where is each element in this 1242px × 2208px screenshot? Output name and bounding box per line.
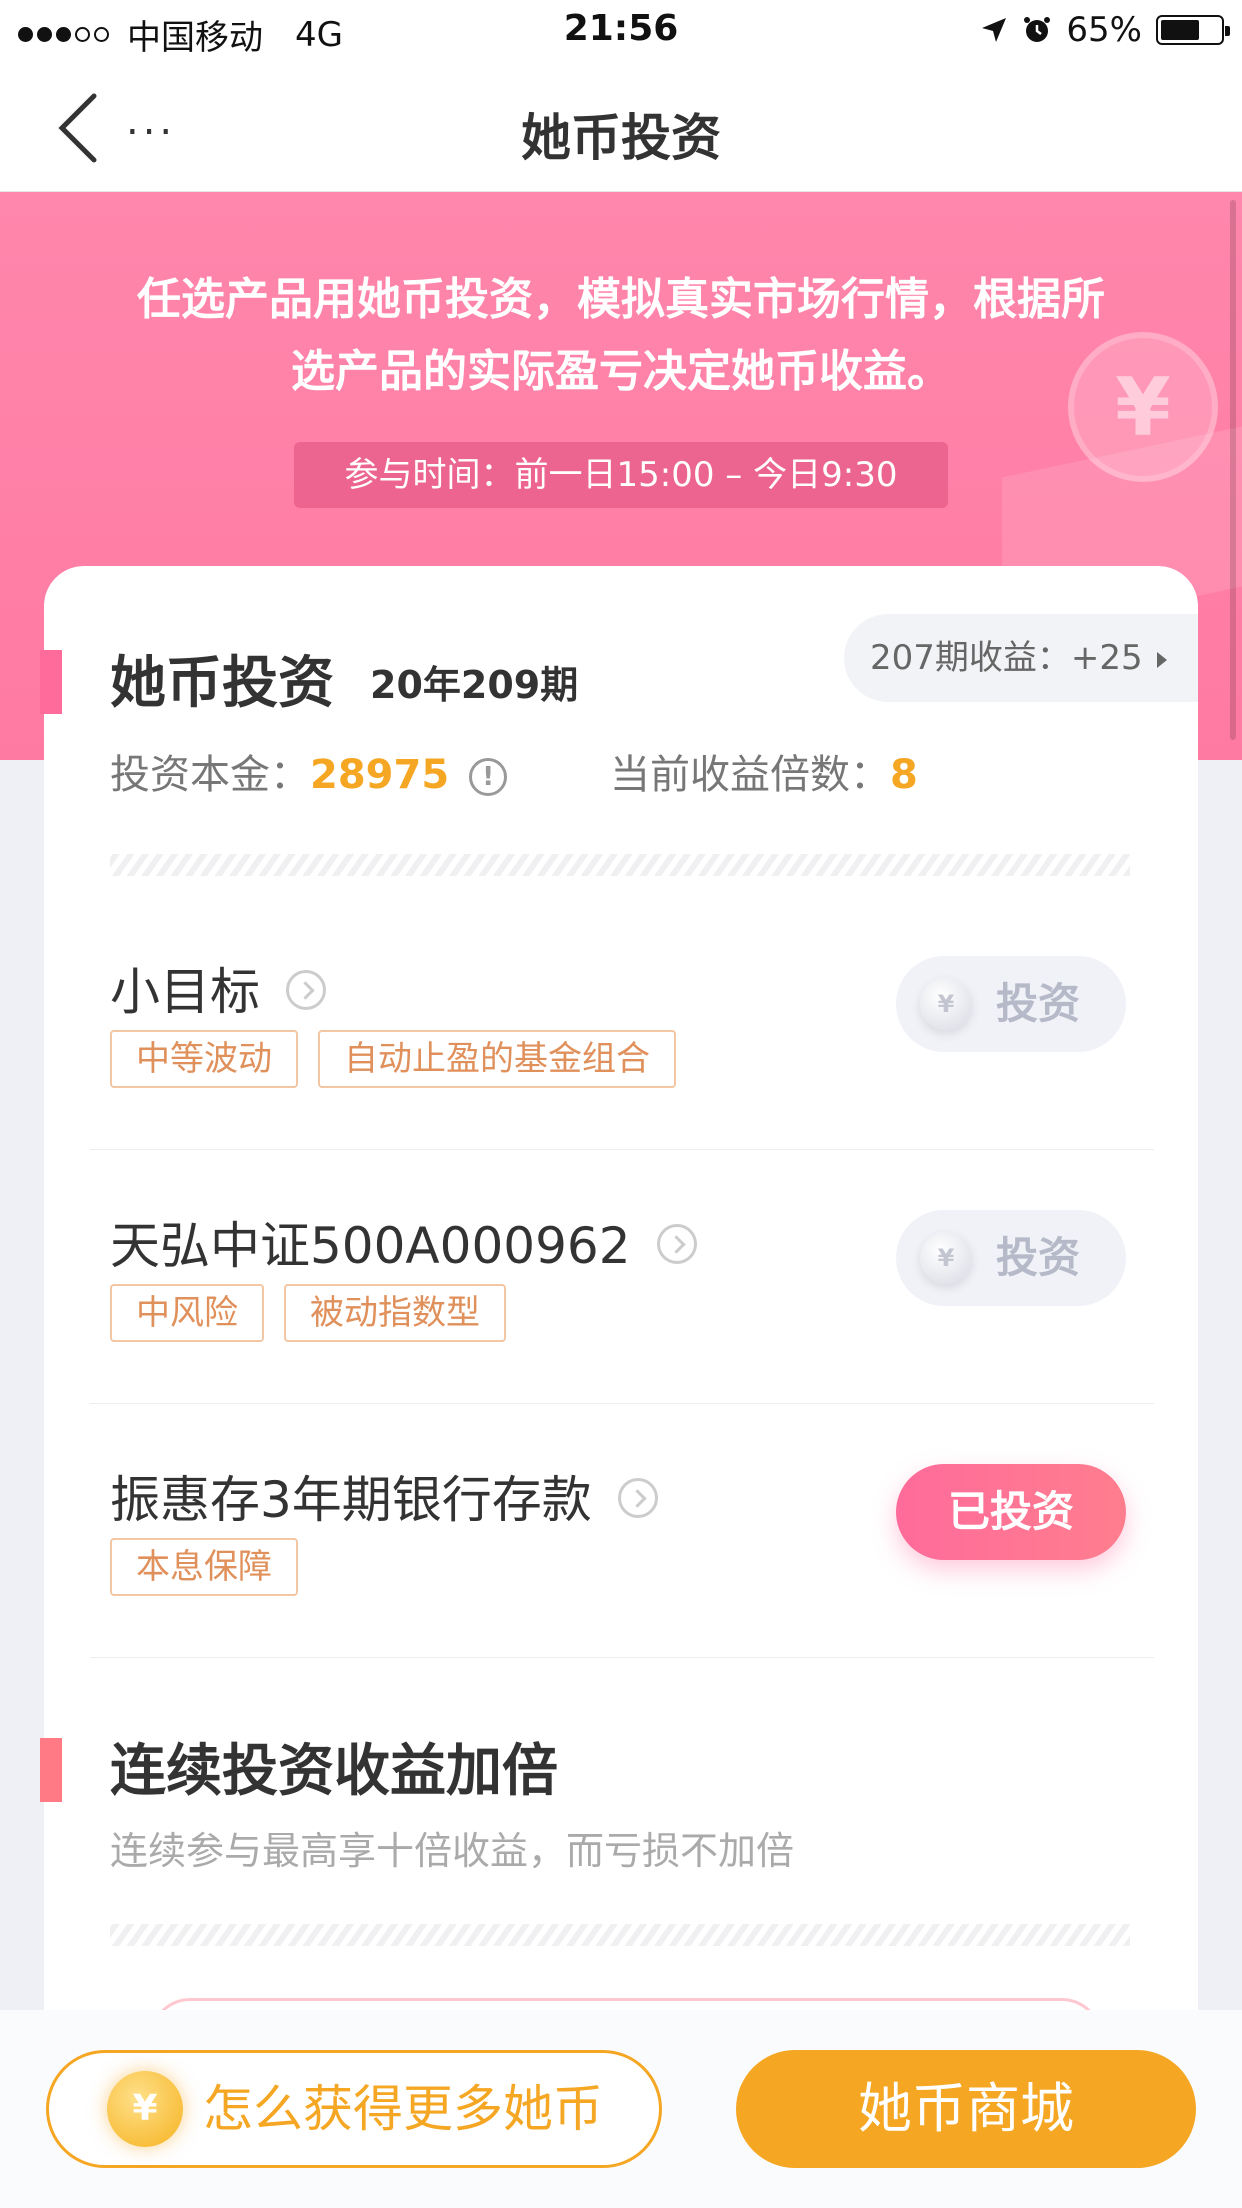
navigation-bar: ... 她币投资 [0,62,1242,192]
section-accent [40,650,62,714]
product-tags: 本息保障 [110,1538,298,1596]
section-accent [40,1738,62,1802]
product-item[interactable]: 振惠存3年期银行存款 本息保障 已投资 [90,1404,1154,1658]
product-tags: 中等波动 自动止盈的基金组合 [110,1030,676,1088]
stats-row: 投资本金：28975! 当前收益倍数：8 [110,742,1190,800]
product-item[interactable]: 天弘中证500A000962 中风险 被动指数型 ¥ 投资 [90,1150,1154,1404]
previous-profit-link[interactable]: 207期收益：+25 [844,614,1198,702]
coin-mall-button[interactable]: 她币商城 [736,2050,1196,2168]
product-tag: 本息保障 [110,1538,298,1596]
bottom-action-bar: ¥ 怎么获得更多她币 她币商城 [0,2010,1242,2208]
page-title: 她币投资 [521,109,721,167]
divider-stripe [110,1924,1130,1946]
double-section-title: 连续投资收益加倍 [110,1739,558,1804]
product-name-text: 振惠存3年期银行存款 [110,1471,592,1529]
battery-percent: 65% [1066,10,1142,50]
principal-value: 28975 [310,752,450,798]
product-tags: 中风险 被动指数型 [110,1284,506,1342]
product-name-text: 天弘中证500A000962 [110,1217,631,1275]
earn-more-coins-button[interactable]: ¥ 怎么获得更多她币 [46,2050,662,2168]
coin-icon: ¥ [107,2071,183,2147]
section-title: 她币投资 [110,651,334,716]
product-item[interactable]: 小目标 中等波动 自动止盈的基金组合 ¥ 投资 [90,896,1154,1150]
status-bar: 中国移动 4G 21:56 65% [0,0,1242,62]
info-icon[interactable]: ! [469,758,508,796]
multiplier-value: 8 [890,752,918,798]
battery-icon [1156,15,1230,45]
banner-line-2: 选产品的实际盈亏决定她币收益。 [291,346,951,397]
product-name[interactable]: 天弘中证500A000962 [110,1206,697,1278]
location-arrow-icon [982,18,1007,42]
chevron-right-circle-icon [617,1477,658,1518]
chevron-right-circle-icon [656,1223,697,1264]
invest-card: 她币投资 20年209期 207期收益：+25 投资本金：28975! 当前收益… [40,566,1198,2066]
invest-button-label: 投资 [996,1233,1081,1282]
invested-button[interactable]: 已投资 [896,1464,1126,1560]
multiplier-label: 当前收益倍数： [610,752,890,798]
multiplier-stat: 当前收益倍数：8 [610,742,918,800]
triangle-right-icon [1156,651,1167,668]
coin-icon: ¥ [920,978,972,1030]
product-tag: 中等波动 [110,1030,298,1088]
product-name-text: 小目标 [110,963,260,1021]
product-tag: 自动止盈的基金组合 [318,1030,676,1088]
banner-description: 任选产品用她币投资，模拟真实市场行情，根据所 选产品的实际盈亏决定她币收益。 [90,264,1152,408]
participation-time: 参与时间：前一日15:00 – 今日9:30 [294,442,948,508]
earn-more-label: 怎么获得更多她币 [203,2080,603,2138]
banner-line-1: 任选产品用她币投资，模拟真实市场行情，根据所 [137,274,1105,325]
coin-icon: ¥ [920,1232,972,1284]
previous-profit-text: 207期收益：+25 [870,638,1143,678]
principal-label: 投资本金： [110,752,310,798]
alarm-clock-icon [1024,17,1051,42]
product-tag: 被动指数型 [284,1284,506,1342]
scrollbar[interactable] [1230,200,1236,740]
double-section-subtitle: 连续参与最高享十倍收益，而亏损不加倍 [110,1829,795,1873]
period-label: 20年209期 [370,663,579,707]
product-name[interactable]: 小目标 [110,952,326,1024]
status-right: 65% [980,10,1230,50]
product-tag: 中风险 [110,1284,264,1342]
invest-button[interactable]: ¥ 投资 [896,956,1126,1052]
invest-button-label: 投资 [996,979,1081,1028]
invest-button[interactable]: ¥ 投资 [896,1210,1126,1306]
chevron-right-circle-icon [286,969,326,1010]
product-name[interactable]: 振惠存3年期银行存款 [110,1460,658,1532]
divider-stripe [110,854,1130,876]
